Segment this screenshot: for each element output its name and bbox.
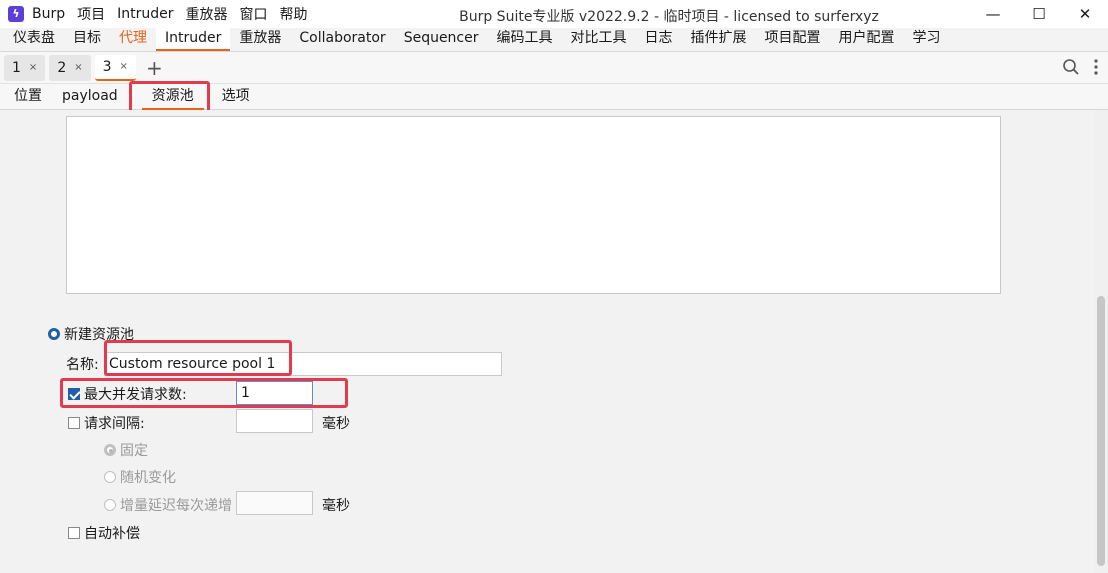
tab-learn[interactable]: 学习 (904, 27, 950, 51)
tab-target[interactable]: 目标 (64, 27, 110, 51)
tab-options[interactable]: 选项 (212, 84, 260, 110)
fixed-label: 固定 (120, 443, 148, 459)
menu-bar: Burp 项目 Intruder 重放器 窗口 帮助 (32, 4, 320, 24)
tab-payloads[interactable]: payload (52, 84, 128, 110)
increase-radio[interactable] (104, 499, 116, 511)
tab-repeater[interactable]: 重放器 (230, 27, 290, 51)
random-radio[interactable] (104, 471, 116, 483)
attack-tab-1[interactable]: 1 × (4, 54, 46, 81)
auto-throttle-label: 自动补偿 (84, 526, 140, 542)
menu-project[interactable]: 项目 (77, 4, 105, 24)
delay-input[interactable] (236, 409, 313, 433)
auto-throttle-checkbox[interactable] (68, 527, 80, 539)
attack-tab-3[interactable]: 3 × (94, 54, 136, 81)
resource-pool-list[interactable] (66, 116, 1001, 294)
max-concurrent-checkbox[interactable] (68, 388, 80, 400)
tab-comparer[interactable]: 对比工具 (562, 27, 636, 51)
menu-window[interactable]: 窗口 (240, 4, 268, 24)
maximize-button[interactable]: ☐ (1016, 0, 1062, 28)
close-tab-icon[interactable]: × (29, 62, 37, 73)
name-label: 名称: (66, 357, 99, 373)
max-concurrent-input[interactable]: 1 (236, 381, 313, 405)
tab-positions[interactable]: 位置 (4, 84, 52, 110)
attack-tab-label: 2 (57, 59, 67, 76)
delay-unit-label: 毫秒 (322, 416, 350, 432)
tab-sequencer[interactable]: Sequencer (395, 27, 488, 51)
random-label: 随机变化 (120, 470, 176, 486)
attack-tab-label: 3 (102, 58, 112, 75)
attack-tab-2[interactable]: 2 × (49, 54, 91, 81)
burp-logo-icon: ϟ (8, 6, 24, 22)
tab-logger[interactable]: 日志 (636, 27, 682, 51)
tab-proxy[interactable]: 代理 (110, 27, 156, 51)
tab-decoder[interactable]: 编码工具 (488, 27, 562, 51)
minimize-button[interactable]: — (970, 0, 1016, 28)
main-tab-bar: 仪表盘 目标 代理 Intruder 重放器 Collaborator Sequ… (0, 27, 1108, 52)
menu-repeater[interactable]: 重放器 (186, 4, 228, 24)
tab-intruder[interactable]: Intruder (156, 27, 231, 51)
tab-collaborator[interactable]: Collaborator (290, 27, 394, 51)
new-pool-radio[interactable] (48, 328, 60, 340)
increase-input[interactable] (236, 491, 313, 515)
more-options-icon[interactable] (1094, 59, 1098, 75)
close-button[interactable]: ✕ (1062, 0, 1108, 28)
tab-dashboard[interactable]: 仪表盘 (4, 27, 64, 51)
tab-resource-pool[interactable]: 资源池 (141, 84, 204, 110)
resource-pool-panel: 新建资源池 名称: Custom resource pool 1 最大并发请求数… (0, 110, 1094, 573)
search-icon[interactable] (1062, 58, 1080, 76)
title-bar: ϟ Burp 项目 Intruder 重放器 窗口 帮助 Burp Suite专… (0, 0, 1108, 28)
fixed-radio[interactable] (104, 444, 116, 456)
close-tab-icon[interactable]: × (74, 62, 82, 73)
new-pool-label: 新建资源池 (64, 327, 134, 343)
close-tab-icon[interactable]: × (120, 61, 128, 72)
menu-burp[interactable]: Burp (32, 6, 65, 22)
increase-unit-label: 毫秒 (322, 498, 350, 514)
vertical-scrollbar[interactable] (1094, 110, 1108, 573)
tab-project-options[interactable]: 项目配置 (756, 27, 830, 51)
attack-tab-bar: 1 × 2 × 3 × + (0, 52, 1108, 84)
tab-user-options[interactable]: 用户配置 (830, 27, 904, 51)
attack-tab-label: 1 (12, 59, 21, 76)
inner-tab-bar: 位置 payload 资源池 选项 (0, 84, 1108, 110)
menu-intruder[interactable]: Intruder (117, 6, 173, 22)
delay-checkbox[interactable] (68, 417, 80, 429)
delay-label: 请求间隔: (84, 416, 145, 432)
scrollbar-thumb[interactable] (1097, 296, 1105, 566)
menu-help[interactable]: 帮助 (280, 4, 308, 24)
pool-name-input[interactable]: Custom resource pool 1 (104, 352, 502, 376)
tab-extensions[interactable]: 插件扩展 (682, 27, 756, 51)
max-concurrent-label: 最大并发请求数: (84, 387, 187, 403)
add-tab-button[interactable]: + (146, 58, 163, 78)
increase-label: 增量延迟每次递增 (120, 498, 232, 514)
